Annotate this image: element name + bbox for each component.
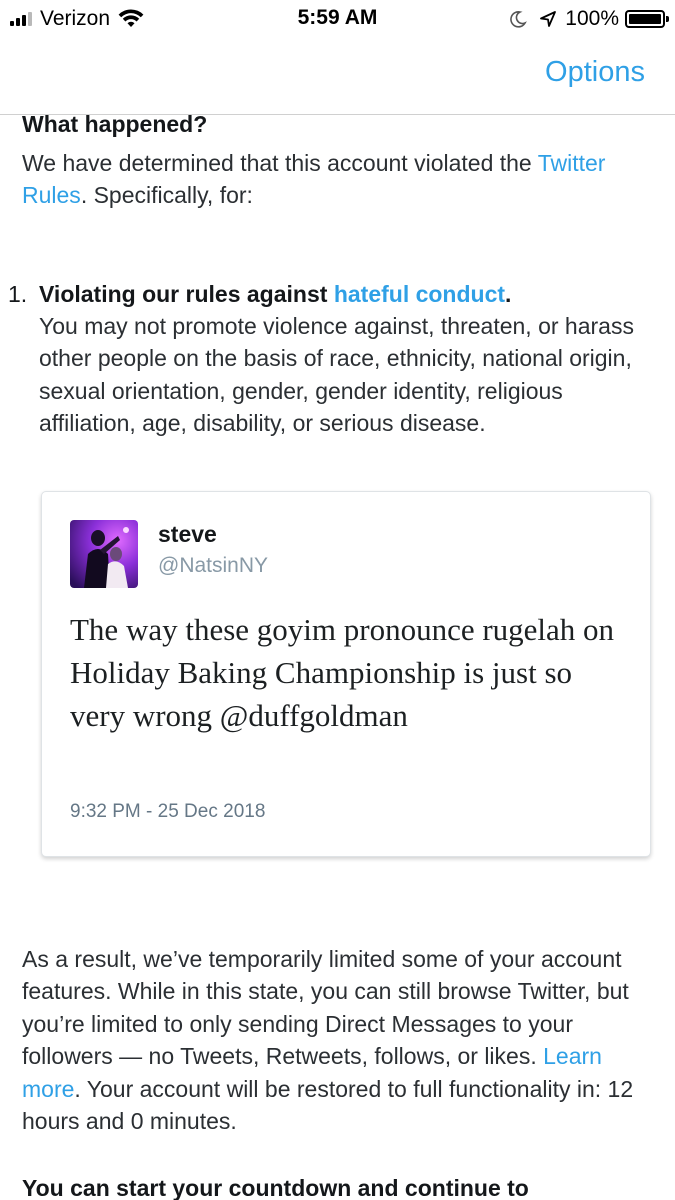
intro-paragraph: We have determined that this account vio… — [22, 147, 642, 211]
tweet-author-name[interactable]: steve — [158, 521, 217, 548]
countdown-heading: You can start your countdown and continu… — [22, 1175, 529, 1200]
violation-title-prefix: Violating our rules against — [39, 281, 334, 307]
status-bar-right: 100% — [509, 6, 669, 32]
violation-number: 1. — [8, 281, 28, 307]
hateful-conduct-link[interactable]: hateful conduct — [334, 281, 505, 307]
violation-title: Violating our rules against hateful cond… — [39, 278, 511, 310]
battery-percent: 100% — [565, 7, 619, 30]
location-icon — [540, 11, 557, 27]
embedded-tweet[interactable]: steve @NatsinNY The way these goyim pron… — [41, 491, 651, 857]
section-heading: What happened? — [22, 114, 208, 137]
avatar[interactable] — [70, 520, 138, 588]
violation-description: You may not promote violence against, th… — [39, 313, 634, 437]
result-text-after: . Your account will be restored to full … — [22, 1075, 634, 1135]
tweet-timestamp[interactable]: 9:32 PM - 25 Dec 2018 — [70, 801, 265, 823]
violation-title-suffix: . — [505, 281, 512, 307]
intro-suffix: . Specifically, for: — [80, 182, 253, 208]
result-paragraph: As a result, we’ve temporarily limited s… — [22, 943, 662, 1137]
tweet-text: The way these goyim pronounce rugelah on… — [70, 612, 615, 733]
intro-text: We have determined that this account vio… — [22, 150, 538, 176]
moon-icon — [510, 11, 528, 28]
result-text-before: As a result, we’ve temporarily limited s… — [22, 946, 629, 1070]
status-bar: Verizon 5:59 AM 100% — [0, 0, 675, 38]
screen: Verizon 5:59 AM 100% Options What happen… — [0, 0, 675, 1200]
options-button[interactable]: Options — [545, 56, 645, 89]
avatar-image — [70, 520, 138, 588]
battery-icon — [625, 10, 669, 28]
nav-bar: Options — [0, 38, 675, 115]
tweet-author-handle[interactable]: @NatsinNY — [158, 554, 268, 578]
battery-fill — [629, 14, 661, 24]
content-area[interactable]: What happened? We have determined that t… — [0, 114, 675, 1200]
